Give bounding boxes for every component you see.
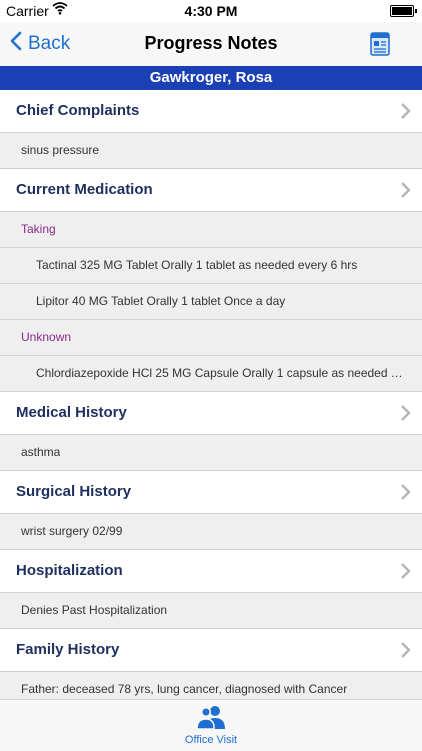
section-label: Medical History (16, 404, 127, 421)
status-bar: Carrier 4:30 PM (0, 0, 422, 22)
category-header: Taking (0, 212, 422, 248)
chevron-right-icon (400, 102, 412, 120)
list-item: Lipitor 40 MG Tablet Orally 1 tablet Onc… (0, 284, 422, 320)
battery-icon (390, 5, 417, 17)
list-item: wrist surgery 02/99 (0, 514, 422, 550)
category-label: Unknown (21, 330, 72, 344)
category-header: Unknown (0, 320, 422, 356)
tab-office-visit[interactable]: Office Visit (161, 704, 261, 750)
section-label: Hospitalization (16, 562, 123, 579)
section-label: Family History (16, 641, 120, 658)
list-item: Chlordiazepoxide HCl 25 MG Capsule Orall… (0, 356, 422, 392)
section-medical-history[interactable]: Medical History (0, 392, 422, 435)
section-chief-complaints[interactable]: Chief Complaints (0, 90, 422, 133)
section-label: Current Medication (16, 181, 153, 198)
section-current-medication[interactable]: Current Medication (0, 169, 422, 212)
chevron-right-icon (400, 181, 412, 199)
detail-text: sinus pressure (21, 143, 100, 157)
chevron-right-icon (400, 483, 412, 501)
status-time: 4:30 PM (184, 3, 238, 19)
chevron-right-icon (400, 641, 412, 659)
tab-label: Office Visit (184, 734, 238, 746)
id-card-icon (370, 32, 390, 60)
detail-text: wrist surgery 02/99 (21, 524, 123, 538)
list-item: asthma (0, 435, 422, 471)
detail-text: asthma (21, 445, 61, 459)
medication-text: Chlordiazepoxide HCl 25 MG Capsule Orall… (36, 366, 408, 380)
list-item: Denies Past Hospitalization (0, 593, 422, 629)
section-label: Surgical History (16, 483, 132, 500)
medication-text: Lipitor 40 MG Tablet Orally 1 tablet Onc… (36, 294, 286, 308)
section-surgical-history[interactable]: Surgical History (0, 471, 422, 514)
list-item: Tactinal 325 MG Tablet Orally 1 tablet a… (0, 248, 422, 284)
progress-notes-list: Chief Complaints sinus pressure Current … (0, 90, 422, 708)
people-icon (196, 704, 226, 730)
detail-text: Denies Past Hospitalization (21, 603, 168, 617)
patient-card-button[interactable] (370, 32, 390, 56)
section-hospitalization[interactable]: Hospitalization (0, 550, 422, 593)
medication-text: Tactinal 325 MG Tablet Orally 1 tablet a… (36, 258, 358, 272)
chevron-right-icon (400, 404, 412, 422)
page-title: Progress Notes (144, 33, 278, 53)
patient-name-banner: Gawkroger, Rosa (0, 66, 422, 90)
chevron-right-icon (400, 562, 412, 580)
detail-text: Father: deceased 78 yrs, lung cancer, di… (21, 682, 348, 696)
tab-bar: Office Visit (0, 699, 422, 751)
navigation-bar: Back Progress Notes (0, 22, 422, 66)
section-label: Chief Complaints (16, 102, 140, 119)
section-family-history[interactable]: Family History (0, 629, 422, 672)
category-label: Taking (21, 222, 56, 236)
list-item: sinus pressure (0, 133, 422, 169)
